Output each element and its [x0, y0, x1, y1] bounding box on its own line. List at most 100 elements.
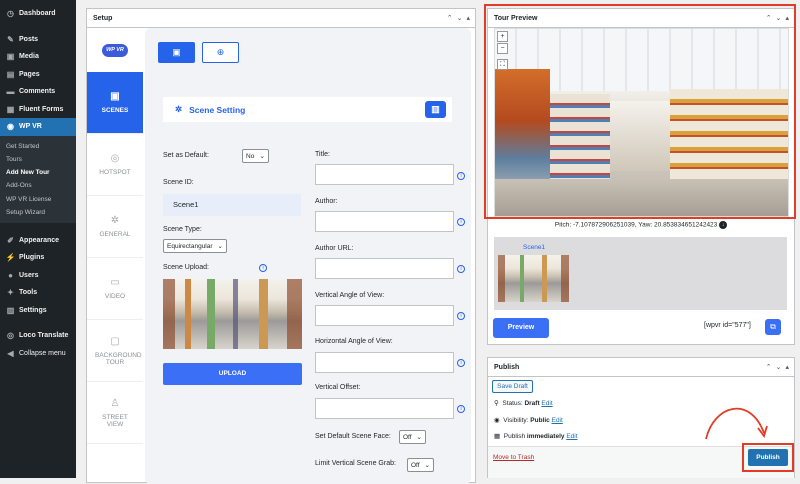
limit-grab-label: Limit Vertical Scene Grab: [315, 460, 396, 467]
chevron-down-icon[interactable]: ⌄ [457, 14, 463, 22]
info-icon[interactable]: i [457, 172, 465, 180]
tab-video[interactable]: ▭ VIDEO [87, 258, 143, 320]
menu-label: Settings [19, 306, 47, 314]
limit-grab-select[interactable]: Off ⌄ [407, 458, 434, 472]
submenu-tours[interactable]: Tours [0, 153, 76, 166]
vertical-offset-input[interactable] [315, 398, 454, 419]
preview-button[interactable]: Preview [493, 318, 549, 338]
info-icon[interactable]: i [457, 405, 465, 413]
copy-shortcode-button[interactable]: ⧉ [765, 319, 781, 335]
submenu-get-started[interactable]: Get Started [0, 140, 76, 153]
upload-button[interactable]: UPLOAD [163, 363, 302, 385]
menu-label: Collapse menu [19, 349, 66, 357]
chevron-down-icon: ⌄ [217, 243, 223, 250]
horizontal-angle-input[interactable] [315, 352, 454, 373]
menu-tools[interactable]: ✦ Tools [0, 284, 76, 302]
delete-scene-button[interactable]: ▥ [425, 101, 446, 118]
menu-comments[interactable]: ▬ Comments [0, 83, 76, 101]
scene-type-label: Scene Type: [163, 226, 202, 233]
menu-posts[interactable]: ✎ Posts [0, 31, 76, 49]
calendar-icon: ▦ [494, 433, 501, 440]
edit-visibility-link[interactable]: Edit [552, 417, 563, 424]
menu-media[interactable]: ▣ Media [0, 48, 76, 66]
scene-setting-title: Scene Setting [189, 104, 246, 115]
vertical-angle-label: Vertical Angle of View: [315, 292, 385, 299]
copy-icon: ⧉ [770, 322, 776, 331]
info-icon[interactable]: i [259, 264, 267, 272]
chevron-down-icon[interactable]: ⌄ [776, 14, 782, 22]
move-to-trash-link[interactable]: Move to Trash [493, 454, 534, 461]
menu-pages[interactable]: ▤ Pages [0, 66, 76, 84]
tab-hotspot[interactable]: ◎ HOTSPOT [87, 134, 143, 196]
zoom-in-button[interactable]: + [497, 31, 508, 42]
author-label: Author: [315, 198, 338, 205]
set-default-select[interactable]: No ⌄ [242, 149, 269, 163]
menu-loco-translate[interactable]: ◎ Loco Translate [0, 327, 76, 345]
scene-thumbnail[interactable] [498, 255, 569, 302]
info-icon[interactable]: i [457, 218, 465, 226]
menu-wp-vr[interactable]: ◉ WP VR [0, 118, 76, 136]
tab-street-view[interactable]: ♙ STREET VIEW [87, 382, 143, 444]
info-icon[interactable]: i [457, 265, 465, 273]
chevron-up-icon[interactable]: ⌃ [766, 14, 772, 22]
comment-icon: ▬ [6, 87, 15, 97]
image-icon: ▣ [110, 91, 120, 102]
caret-up-icon[interactable]: ▴ [785, 363, 789, 371]
publish-title: Publish [494, 363, 520, 371]
menu-appearance[interactable]: ✐ Appearance [0, 231, 76, 249]
title-input[interactable] [315, 164, 454, 185]
visibility-row: ◉ Visibility: Public Edit [494, 416, 563, 424]
title-label: Title: [315, 151, 330, 158]
publish-button[interactable]: Publish [748, 449, 788, 466]
menu-settings[interactable]: ▥ Settings [0, 301, 76, 319]
submenu-license[interactable]: WP VR License [0, 193, 76, 206]
zoom-out-button[interactable]: − [497, 43, 508, 54]
info-icon[interactable]: i [457, 359, 465, 367]
tab-scenes[interactable]: ▣ SCENES [87, 72, 143, 134]
fullscreen-button[interactable]: ⛶ [497, 59, 508, 70]
chevron-down-icon[interactable]: ⌄ [776, 363, 782, 371]
menu-label: Media [19, 53, 39, 61]
select-value: Equirectangular [167, 242, 213, 250]
arrow-curve [705, 407, 765, 440]
submenu-add-ons[interactable]: Add-Ons [0, 179, 76, 192]
edit-publish-time-link[interactable]: Edit [566, 433, 577, 440]
translate-icon: ◎ [7, 331, 14, 341]
submenu-setup-wizard[interactable]: Setup Wizard [0, 206, 76, 219]
save-draft-button[interactable]: Save Draft [492, 380, 533, 393]
add-scene-button[interactable]: ⊕ [202, 42, 239, 63]
author-input[interactable] [315, 211, 454, 232]
menu-users[interactable]: ● Users [0, 266, 76, 284]
chevron-up-icon[interactable]: ⌃ [766, 363, 772, 371]
caret-up-icon[interactable]: ▴ [466, 14, 470, 22]
plugin-icon: ⚡ [5, 253, 16, 263]
edit-status-link[interactable]: Edit [541, 400, 552, 407]
chevron-up-icon[interactable]: ⌃ [447, 14, 453, 22]
vertical-angle-input[interactable] [315, 305, 454, 326]
menu-plugins[interactable]: ⚡ Plugins [0, 249, 76, 267]
menu-fluent-forms[interactable]: ▦ Fluent Forms [0, 101, 76, 119]
tab-general[interactable]: ✲ GENERAL [87, 196, 143, 258]
form-icon: ▦ [6, 104, 15, 114]
menu-collapse[interactable]: ◀ Collapse menu [0, 344, 76, 362]
scene-id-label: Scene ID: [163, 179, 194, 186]
tab-background-tour[interactable]: ▢ BACKGROUND TOUR [87, 320, 143, 382]
menu-dashboard[interactable]: ◷ Dashboard [0, 5, 76, 23]
wpvr-logo: WP VR [87, 28, 143, 72]
vertical-offset-label: Vertical Offset: [315, 384, 361, 391]
status-label: Status: [502, 400, 523, 407]
scene-type-select[interactable]: Equirectangular ⌄ [163, 239, 227, 253]
download-icon[interactable]: ↓ [719, 221, 728, 229]
default-face-select[interactable]: Off ⌄ [399, 430, 426, 444]
caret-up-icon[interactable]: ▴ [785, 14, 789, 22]
scene-label[interactable]: Scene1 [523, 244, 545, 251]
author-url-input[interactable] [315, 258, 454, 279]
panorama-viewer[interactable]: + − ⛶ [494, 28, 789, 217]
select-value: Off [403, 433, 412, 441]
chevron-down-icon: ⌄ [259, 153, 265, 160]
status-row: ⚲ Status: Draft Edit [494, 399, 553, 407]
submenu-add-new-tour[interactable]: Add New Tour [0, 166, 76, 179]
publish-time-label: Publish [503, 433, 526, 440]
add-image-button[interactable]: ▣ [158, 42, 195, 63]
info-icon[interactable]: i [457, 312, 465, 320]
